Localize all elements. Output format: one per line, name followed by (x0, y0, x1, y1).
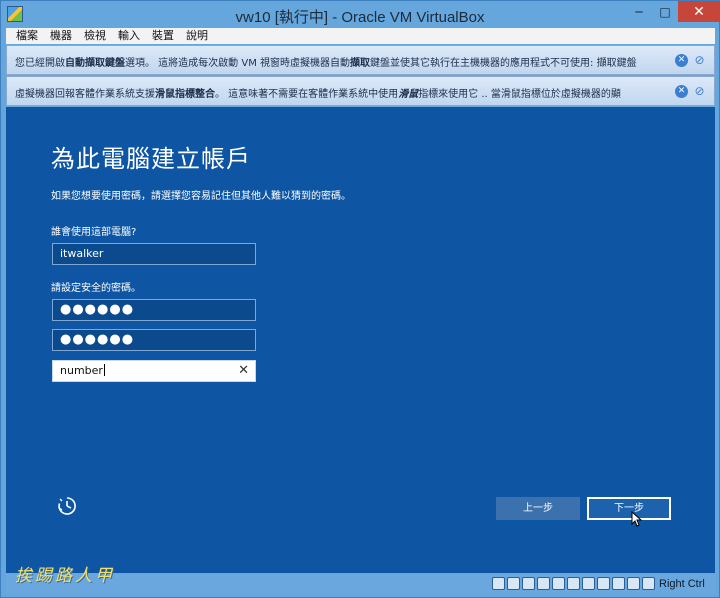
clear-icon[interactable]: ✕ (238, 361, 249, 381)
notice-dont-show-icon[interactable]: ⊘ (693, 54, 706, 67)
menu-machine[interactable]: 機器 (44, 28, 78, 44)
password-hint-value: number (60, 364, 103, 377)
maximize-button[interactable]: □ (652, 1, 678, 22)
notice-text: 您已經開啟自動擷取鍵盤選項。 這將造成每次啟動 VM 視窗時虛擬機器自動擷取鍵盤… (15, 58, 637, 69)
usb-icon[interactable] (552, 577, 565, 590)
password-hint-field[interactable]: number ✕ (52, 360, 256, 382)
watermark-text: 挨踢路人甲 (15, 566, 115, 586)
page-title: 為此電腦建立帳戶 (51, 145, 251, 173)
back-button[interactable]: 上一步 (496, 497, 580, 520)
password-label: 請設定安全的密碼。 (51, 283, 141, 294)
host-key-label: Right Ctrl (659, 578, 705, 590)
ease-of-access-icon[interactable] (56, 495, 78, 517)
virtualization-icon[interactable] (612, 577, 625, 590)
menu-help[interactable]: 說明 (180, 28, 214, 44)
hard-disk-icon[interactable] (492, 577, 505, 590)
shared-folders-icon[interactable] (567, 577, 580, 590)
menu-bar: 檔案 機器 檢視 輸入 裝置 說明 (6, 28, 715, 44)
close-button[interactable]: ✕ (678, 1, 720, 22)
title-bar[interactable]: vw10 [執行中] - Oracle VM VirtualBox ─ □ ✕ (1, 1, 720, 28)
mouse-cursor-icon (631, 511, 643, 527)
confirm-password-field[interactable]: ●●●●●● (52, 329, 256, 351)
network-icon[interactable] (537, 577, 550, 590)
display-icon[interactable] (582, 577, 595, 590)
video-capture-icon[interactable] (597, 577, 610, 590)
next-button[interactable]: 下一步 (587, 497, 671, 520)
host-key-arrow-icon[interactable] (642, 577, 655, 590)
notice-close-icon[interactable]: ✕ (675, 54, 688, 67)
menu-view[interactable]: 檢視 (78, 28, 112, 44)
mouse-integration-notice: 虛擬機器回報客體作業系統支援滑鼠指標整合。 這意味著不需要在客體作業系統中使用滑… (6, 76, 715, 106)
menu-file[interactable]: 檔案 (10, 28, 44, 44)
password-description: 如果您想要使用密碼，請選擇您容易記住但其他人難以猜到的密碼。 (51, 191, 351, 202)
minimize-button[interactable]: ─ (626, 1, 652, 22)
password-field[interactable]: ●●●●●● (52, 299, 256, 321)
audio-icon[interactable] (522, 577, 535, 590)
window-title: vw10 [執行中] - Oracle VM VirtualBox (235, 9, 485, 26)
text-caret (103, 364, 105, 376)
username-label: 誰會使用這部電腦? (51, 227, 137, 238)
menu-input[interactable]: 輸入 (112, 28, 146, 44)
status-icons (492, 577, 655, 590)
guest-screen[interactable]: 為此電腦建立帳戶 如果您想要使用密碼，請選擇您容易記住但其他人難以猜到的密碼。 … (6, 107, 715, 573)
notice-dont-show-icon[interactable]: ⊘ (693, 85, 706, 98)
menu-devices[interactable]: 裝置 (146, 28, 180, 44)
mouse-integration-icon[interactable] (627, 577, 640, 590)
auto-capture-keyboard-notice: 您已經開啟自動擷取鍵盤選項。 這將造成每次啟動 VM 視窗時虛擬機器自動擷取鍵盤… (6, 45, 715, 75)
virtualbox-window: vw10 [執行中] - Oracle VM VirtualBox ─ □ ✕ … (0, 0, 720, 598)
notice-close-icon[interactable]: ✕ (675, 85, 688, 98)
notice-text: 虛擬機器回報客體作業系統支援滑鼠指標整合。 這意味著不需要在客體作業系統中使用滑… (15, 89, 621, 100)
username-field[interactable]: itwalker (52, 243, 256, 265)
optical-drive-icon[interactable] (507, 577, 520, 590)
